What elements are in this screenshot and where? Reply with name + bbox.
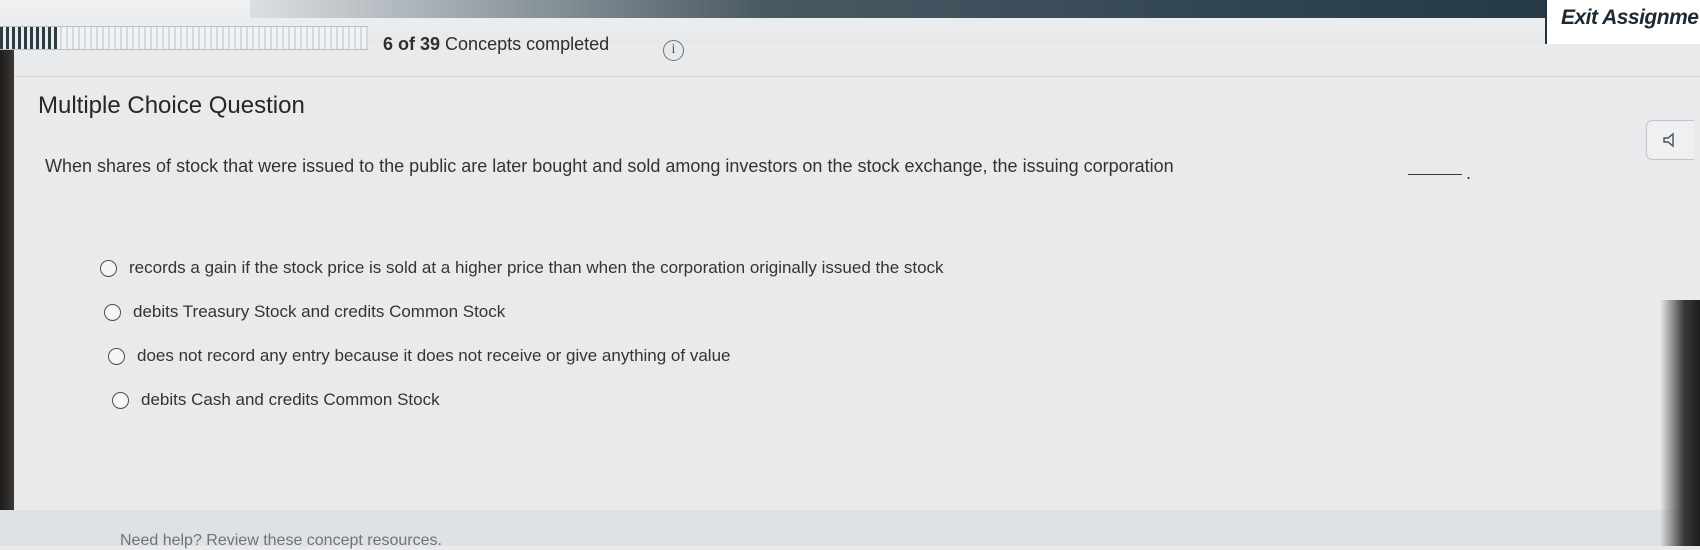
info-icon[interactable]: i: [663, 40, 684, 61]
answer-option-label: debits Treasury Stock and credits Common…: [133, 302, 506, 321]
progress-bar: [0, 26, 368, 50]
read-aloud-button[interactable]: [1646, 120, 1694, 160]
left-edge: [0, 50, 14, 546]
radio-button[interactable]: [100, 259, 117, 277]
question-stem-end: .: [1466, 163, 1472, 183]
help-resources-link[interactable]: Need help? Review these concept resource…: [120, 532, 442, 550]
speaker-icon: [1663, 132, 1674, 148]
question-heading: Multiple Choice Question: [38, 92, 305, 119]
answer-option-label: debits Cash and credits Common Stock: [141, 390, 440, 409]
radio-button[interactable]: [104, 303, 121, 321]
progress-count: 6 of 39: [383, 34, 441, 54]
progress-label: 6 of 39 Concepts completed: [383, 34, 609, 55]
progress-suffix: Concepts completed: [445, 34, 610, 54]
header-divider: [0, 76, 1700, 77]
question-stem: When shares of stock that were issued to…: [45, 156, 1174, 176]
answer-option-label: does not record any entry because it doe…: [137, 346, 731, 365]
exit-area: Exit Assignme: [1545, 0, 1700, 44]
answer-blank: [1408, 174, 1462, 175]
answer-option[interactable]: records a gain if the stock price is sol…: [100, 258, 944, 278]
radio-button[interactable]: [112, 391, 129, 409]
radio-button[interactable]: [108, 347, 125, 365]
answer-option[interactable]: does not record any entry because it doe…: [108, 346, 730, 366]
top-bar-accent: [250, 0, 1700, 18]
answer-option[interactable]: debits Cash and credits Common Stock: [112, 390, 440, 410]
progress-bar-fill: [0, 27, 57, 49]
answer-option-label: records a gain if the stock price is sol…: [129, 258, 944, 277]
exit-assignment-button[interactable]: Exit Assignme: [1561, 6, 1699, 30]
answer-option[interactable]: debits Treasury Stock and credits Common…: [104, 302, 505, 322]
right-edge: [1660, 300, 1700, 546]
